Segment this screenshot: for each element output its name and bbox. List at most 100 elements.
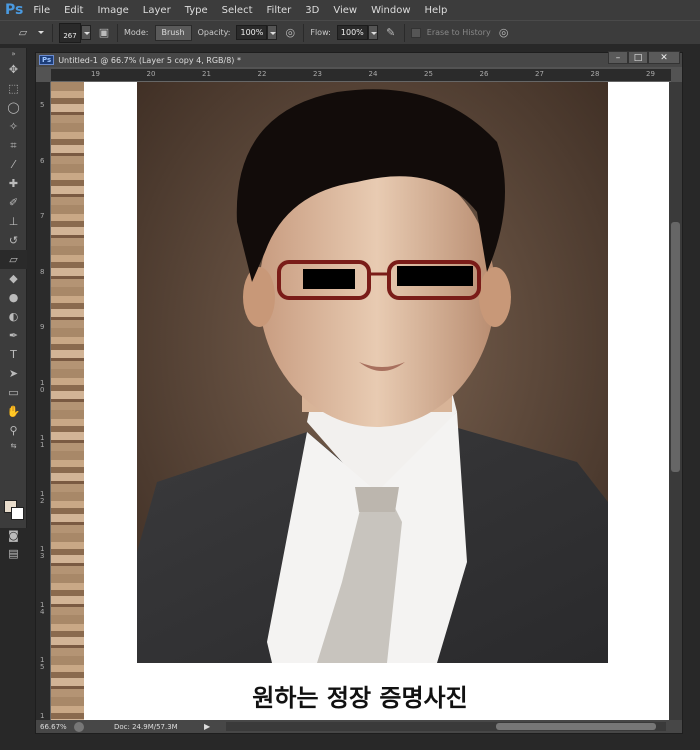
ruler-label: 20: [146, 70, 156, 78]
ruler-label: 12: [40, 489, 45, 505]
menu-window[interactable]: Window: [371, 5, 410, 16]
brush-size-picker[interactable]: 267: [59, 22, 81, 43]
menu-edit[interactable]: Edit: [64, 5, 83, 16]
tools-panel: » ✥ ⬚ ◯ ✧ ⌗ ⁄ ✚ ✐ ⊥ ↺ ▱ ◆ ● ◐ ✒ T ➤ ▭ ✋ …: [0, 48, 27, 560]
document-title: Untitled-1 @ 66.7% (Layer 5 copy 4, RGB/…: [58, 55, 241, 65]
crop-tool-icon[interactable]: ⌗: [0, 136, 27, 155]
dodge-tool-icon[interactable]: ◐: [0, 307, 27, 326]
divider: [117, 23, 118, 42]
minimize-button[interactable]: –: [608, 51, 628, 64]
opacity-input[interactable]: 100%: [236, 25, 268, 40]
ruler-label: 28: [590, 70, 600, 78]
ps-document-icon: Ps: [39, 55, 55, 65]
close-button[interactable]: ✕: [648, 51, 680, 64]
brush-panel-icon[interactable]: ▣: [97, 26, 111, 40]
canvas[interactable]: 원하는 정장 증명사진: [51, 82, 669, 720]
menu-select[interactable]: Select: [222, 5, 253, 16]
collapse-icon[interactable]: »: [0, 48, 27, 60]
mode-label: Mode:: [124, 28, 149, 37]
swap-colors-icon[interactable]: ⇆: [0, 440, 27, 452]
rectangle-tool-icon[interactable]: ▭: [0, 383, 27, 402]
menu-image[interactable]: Image: [97, 5, 128, 16]
clone-stamp-tool-icon[interactable]: ⊥: [0, 212, 27, 231]
wood-texture-strip: [51, 82, 84, 720]
eraser-tool-icon[interactable]: ▱: [0, 250, 27, 269]
flow-input[interactable]: 100%: [336, 25, 368, 40]
eraser-tool-preset-icon[interactable]: ▱: [16, 26, 30, 40]
vertical-ruler: 5 6 7 8 9 10 11 12 13 14 15 1: [36, 82, 51, 720]
ruler-label: 9: [40, 323, 45, 331]
maximize-button[interactable]: □: [628, 51, 648, 64]
menu-3d[interactable]: 3D: [305, 5, 319, 16]
tool-preset-dropdown[interactable]: [36, 25, 46, 40]
ruler-label: 13: [40, 545, 45, 560]
pen-tool-icon[interactable]: ✒: [0, 326, 27, 345]
ruler-label: 19: [91, 70, 100, 78]
ruler-label: 11: [40, 434, 45, 449]
eyedropper-tool-icon[interactable]: ⁄: [0, 155, 27, 174]
ruler-label: 21: [202, 70, 211, 78]
document-window: Ps Untitled-1 @ 66.7% (Layer 5 copy 4, R…: [35, 51, 683, 734]
portrait-photo: [137, 82, 608, 663]
horizontal-ruler: 19 20 21 22 23 24 25 26 27 28 29: [51, 69, 671, 82]
doc-size: Doc: 24.9M/57.3M: [114, 722, 178, 731]
zoom-level[interactable]: 66.67%: [40, 723, 74, 731]
horizontal-scroll-thumb[interactable]: [496, 723, 656, 730]
ruler-label: 10: [40, 378, 45, 394]
mode-select[interactable]: Brush: [154, 24, 192, 41]
type-tool-icon[interactable]: T: [0, 345, 27, 364]
ruler-label: 5: [40, 101, 45, 109]
divider: [52, 23, 53, 42]
vertical-scroll-thumb[interactable]: [671, 222, 680, 472]
paint-bucket-tool-icon[interactable]: ◆: [0, 269, 27, 288]
history-brush-tool-icon[interactable]: ↺: [0, 231, 27, 250]
ruler-label: 26: [479, 70, 489, 78]
status-bar: 66.67% Doc: 24.9M/57.3M ▶: [36, 720, 682, 733]
photo-caption: 원하는 정장 증명사진: [252, 684, 468, 712]
marquee-tool-icon[interactable]: ⬚: [0, 79, 27, 98]
status-info-icon[interactable]: [74, 721, 84, 732]
vertical-scrollbar[interactable]: [669, 82, 682, 720]
erase-to-history-checkbox[interactable]: [410, 27, 421, 38]
magic-wand-tool-icon[interactable]: ✧: [0, 117, 27, 136]
menu-layer[interactable]: Layer: [143, 5, 171, 16]
menu-bar: Ps File Edit Image Layer Type Select Fil…: [0, 0, 700, 20]
menu-file[interactable]: File: [33, 5, 50, 16]
divider: [303, 23, 305, 42]
ruler-label: 25: [424, 70, 433, 78]
menu-type[interactable]: Type: [185, 5, 208, 16]
opacity-label: Opacity:: [197, 28, 231, 37]
horizontal-scrollbar[interactable]: [226, 722, 666, 731]
blur-tool-icon[interactable]: ●: [0, 288, 27, 307]
background-color-swatch[interactable]: [11, 507, 24, 520]
brush-picker-dropdown[interactable]: [81, 25, 91, 40]
menu-help[interactable]: Help: [425, 5, 448, 16]
status-menu-arrow-icon[interactable]: ▶: [204, 722, 210, 731]
lasso-tool-icon[interactable]: ◯: [0, 98, 27, 117]
options-bar: ▱ 267 ▣ Mode: Brush Opacity: 100% ◎ Flow…: [0, 20, 700, 44]
ruler-label: 24: [368, 70, 378, 78]
ruler-label: 1: [40, 711, 45, 720]
path-selection-tool-icon[interactable]: ➤: [0, 364, 27, 383]
screen-mode-icon[interactable]: ▤: [0, 544, 27, 563]
menu-view[interactable]: View: [333, 5, 357, 16]
hand-tool-icon[interactable]: ✋: [0, 402, 27, 421]
menu-filter[interactable]: Filter: [267, 5, 292, 16]
divider: [403, 23, 405, 42]
airbrush-icon[interactable]: ✎: [384, 26, 398, 40]
pressure-size-icon[interactable]: ◎: [497, 26, 511, 40]
quick-mask-icon[interactable]: ◙: [0, 526, 27, 545]
erase-to-history-label: Erase to History: [426, 28, 491, 37]
document-tab[interactable]: Ps Untitled-1 @ 66.7% (Layer 5 copy 4, R…: [36, 51, 682, 67]
healing-brush-tool-icon[interactable]: ✚: [0, 174, 27, 193]
opacity-dropdown[interactable]: [267, 25, 278, 40]
ruler-label: 15: [40, 656, 45, 671]
brush-tool-icon[interactable]: ✐: [0, 193, 27, 212]
zoom-tool-icon[interactable]: ⚲: [0, 421, 27, 440]
flow-dropdown[interactable]: [367, 25, 378, 40]
move-tool-icon[interactable]: ✥: [0, 60, 27, 79]
ruler-label: 27: [535, 70, 544, 78]
pressure-opacity-icon[interactable]: ◎: [283, 26, 297, 40]
ruler-label: 29: [646, 70, 655, 78]
ruler-label: 7: [40, 212, 45, 220]
